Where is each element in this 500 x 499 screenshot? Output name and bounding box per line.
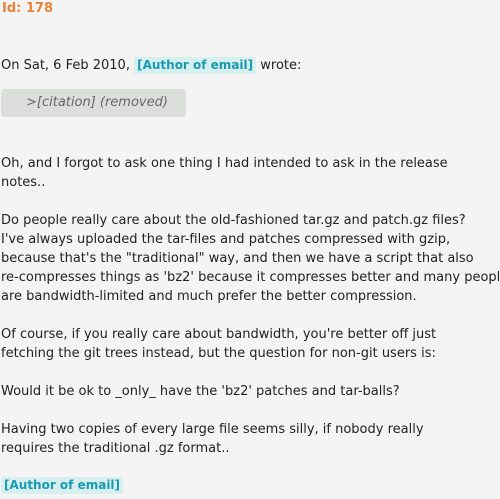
- quote-intro-line: On Sat, 6 Feb 2010, [Author of email] wr…: [1, 56, 498, 75]
- email-page: Id: 178 On Sat, 6 Feb 2010, [Author of e…: [0, 0, 500, 499]
- body-paragraph-2: Do people really care about the old-fash…: [1, 211, 500, 306]
- email-id-label: Id: 178: [2, 1, 54, 16]
- body-line: notes..: [1, 175, 46, 190]
- body-line: Oh, and I forgot to ask one thing I had …: [1, 156, 448, 171]
- body-line: requires the traditional .gz format..: [1, 441, 230, 456]
- body-line: are bandwidth-limited and much prefer th…: [1, 289, 417, 304]
- signature-line: [Author of email]: [1, 476, 498, 495]
- body-paragraph-3: Of course, if you really care about band…: [1, 325, 498, 363]
- quote-author-tag: [Author of email]: [134, 57, 257, 74]
- quote-intro-prefix: On Sat, 6 Feb 2010,: [1, 58, 135, 73]
- body-line: Do people really care about the old-fash…: [1, 213, 466, 228]
- body-paragraph-1: Oh, and I forgot to ask one thing I had …: [1, 154, 498, 192]
- body-line: Having two copies of every large file se…: [1, 422, 424, 437]
- body-line: Of course, if you really care about band…: [1, 327, 437, 342]
- quote-intro-suffix: wrote:: [256, 58, 302, 73]
- body-line: I've always uploaded the tar-files and p…: [1, 232, 451, 247]
- body-line: re-compresses things as 'bz2' because it…: [1, 270, 500, 285]
- body-line: because that's the "traditional" way, an…: [1, 251, 474, 266]
- body-paragraph-5: Having two copies of every large file se…: [1, 420, 498, 458]
- body-line: fetching the git trees instead, but the …: [1, 346, 436, 361]
- citation-block: >[citation] (removed): [1, 89, 186, 117]
- signature-author-tag: [Author of email]: [1, 477, 124, 494]
- body-paragraph-4: Would it be ok to _only_ have the 'bz2' …: [1, 382, 498, 401]
- body-line: Would it be ok to _only_ have the 'bz2' …: [1, 384, 400, 399]
